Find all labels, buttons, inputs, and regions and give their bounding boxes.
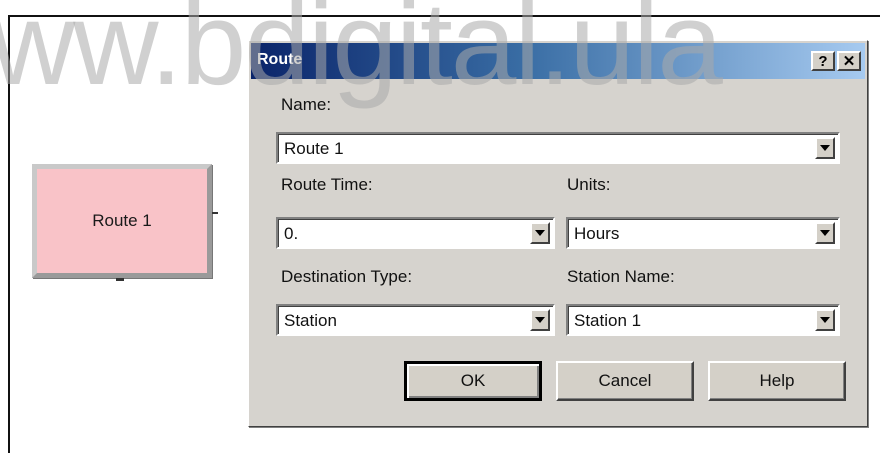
route-time-dropdown-button[interactable] bbox=[530, 222, 550, 244]
units-dropdown-button[interactable] bbox=[815, 222, 835, 244]
chevron-down-icon bbox=[820, 230, 830, 236]
dialog-titlebar[interactable]: Route ? ✕ bbox=[251, 43, 865, 79]
chevron-down-icon bbox=[535, 317, 545, 323]
destination-type-label: Destination Type: bbox=[281, 267, 413, 286]
route-time-label: Route Time: bbox=[281, 175, 373, 194]
station-name-label: Station Name: bbox=[567, 267, 675, 286]
route-time-value: 0. bbox=[284, 224, 299, 243]
destination-type-dropdown-button[interactable] bbox=[530, 309, 550, 331]
route-module[interactable]: Route 1 bbox=[32, 164, 212, 278]
units-label: Units: bbox=[567, 175, 611, 194]
module-bottom-marker bbox=[116, 278, 124, 281]
chevron-down-icon bbox=[820, 317, 830, 323]
route-module-label: Route 1 bbox=[92, 211, 152, 230]
station-name-value: Station 1 bbox=[574, 311, 642, 330]
module-exit-port[interactable] bbox=[212, 212, 218, 214]
cancel-button[interactable]: Cancel bbox=[556, 361, 694, 401]
station-name-combobox[interactable]: Station 1 bbox=[566, 304, 840, 336]
close-icon: ✕ bbox=[842, 52, 856, 70]
destination-type-combobox[interactable]: Station bbox=[276, 304, 555, 336]
chevron-down-icon bbox=[535, 230, 545, 236]
close-button[interactable]: ✕ bbox=[837, 51, 861, 71]
units-combobox[interactable]: Hours bbox=[566, 217, 840, 249]
destination-type-value: Station bbox=[284, 311, 337, 330]
units-value: Hours bbox=[574, 224, 620, 243]
name-label: Name: bbox=[281, 95, 332, 114]
canvas-frame-left bbox=[8, 15, 10, 453]
name-combobox[interactable]: Route 1 bbox=[276, 132, 840, 164]
dialog-title: Route bbox=[257, 51, 303, 68]
help-icon-button[interactable]: ? bbox=[811, 51, 835, 71]
chevron-down-icon bbox=[820, 145, 830, 151]
route-dialog: Route ? ✕ Name: Route 1 Route Time: Unit… bbox=[248, 40, 868, 427]
question-mark-icon: ? bbox=[818, 52, 828, 70]
ok-button[interactable]: OK bbox=[404, 361, 542, 401]
station-name-dropdown-button[interactable] bbox=[815, 309, 835, 331]
canvas-frame-top bbox=[8, 15, 880, 17]
name-value: Route 1 bbox=[284, 139, 344, 158]
name-dropdown-button[interactable] bbox=[815, 137, 835, 159]
route-time-combobox[interactable]: 0. bbox=[276, 217, 555, 249]
help-button[interactable]: Help bbox=[708, 361, 846, 401]
